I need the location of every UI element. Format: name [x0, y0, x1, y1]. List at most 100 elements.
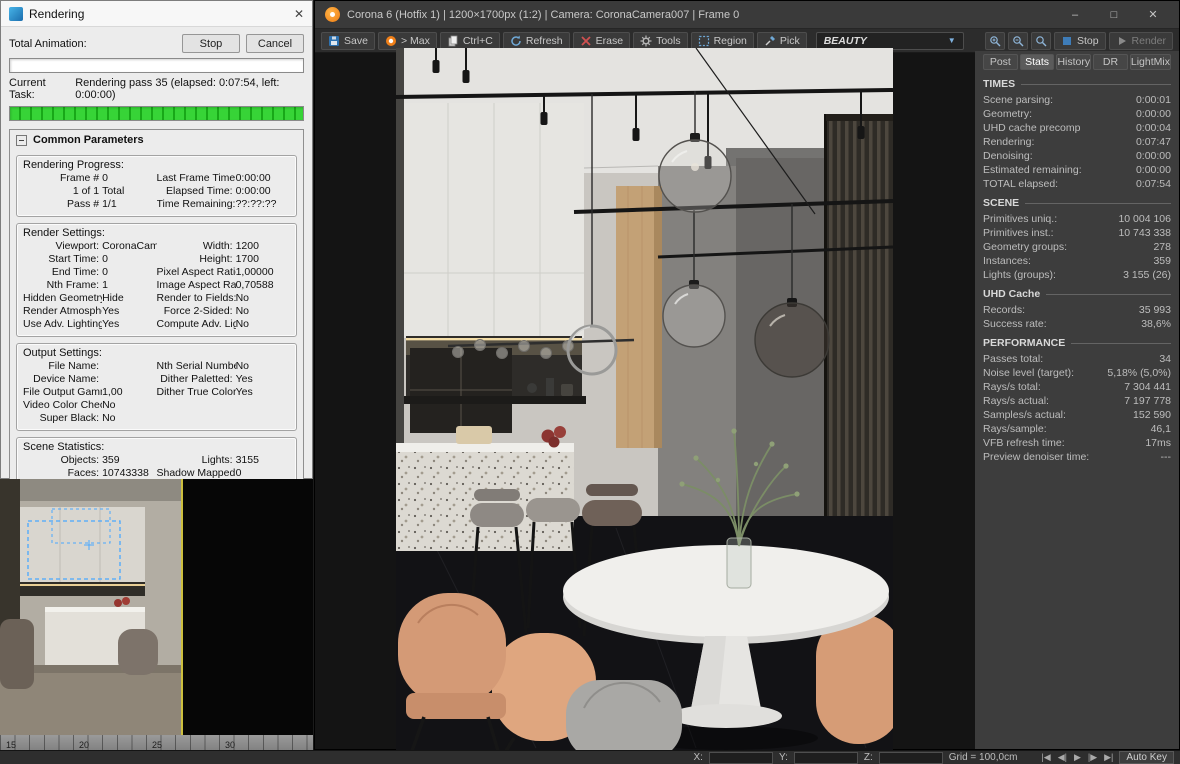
param-value: 0:00:00: [235, 185, 271, 197]
param-row: Lights: 3155: [157, 454, 291, 467]
desktop: Rendering ✕ Total Animation: Stop Cancel…: [0, 0, 1180, 764]
param-row: Time Remaining: ??:??:??: [157, 198, 291, 211]
param-value: No: [102, 412, 116, 424]
stat-value: 7 304 441: [1124, 381, 1171, 393]
stat-row: Passes total: 34: [983, 352, 1171, 366]
param-value: 1,00: [102, 386, 123, 398]
vfb-render-button[interactable]: Render: [1108, 31, 1173, 50]
stat-label: Denoising:: [983, 150, 1033, 162]
tab-stats[interactable]: Stats: [1019, 54, 1055, 70]
param-label: Pass #: [66, 198, 100, 210]
dialog-body: Total Animation: Stop Cancel Current Tas…: [1, 27, 312, 506]
erase-button[interactable]: Erase: [572, 31, 631, 50]
stat-label: Rays/s actual:: [983, 395, 1049, 407]
stat-label: Primitives uniq.:: [983, 213, 1058, 225]
vfb-stop-button[interactable]: Stop: [1053, 31, 1106, 50]
x-label: X:: [693, 752, 703, 763]
stat-value: 10 743 338: [1118, 227, 1171, 239]
send-to-max-button[interactable]: > Max: [377, 31, 437, 50]
minimize-button[interactable]: –: [1059, 9, 1091, 21]
param-value: 0:00:00: [235, 172, 271, 184]
timeline-ruler[interactable]: 15 20 25 30: [0, 735, 313, 750]
current-task-progressbar: [9, 106, 304, 121]
region-icon: [698, 35, 709, 46]
timeline-tick-label: 15: [6, 740, 17, 750]
stat-label: Geometry groups:: [983, 241, 1068, 253]
viewport-preview[interactable]: [0, 479, 313, 735]
stat-row: Rays/sample: 46,1: [983, 422, 1171, 436]
param-label: Lights:: [201, 454, 233, 466]
stop-button[interactable]: Stop: [182, 34, 240, 53]
dialog-titlebar[interactable]: Rendering ✕: [1, 1, 312, 27]
param-value: 359: [102, 454, 120, 466]
param-value: No: [235, 292, 250, 304]
zoom-fit-button[interactable]: [1030, 31, 1051, 50]
auto-key-button[interactable]: Auto Key: [1119, 751, 1174, 764]
tools-button[interactable]: Tools: [633, 31, 688, 50]
channel-select[interactable]: BEAUTY ▼: [815, 31, 964, 50]
pick-button[interactable]: Pick: [756, 31, 807, 50]
playback-button[interactable]: ◀|: [1058, 752, 1067, 763]
param-value: Yes: [235, 386, 253, 398]
cancel-button[interactable]: Cancel: [246, 34, 304, 53]
output-settings-group: Output Settings: File Name: Device Name:: [16, 343, 297, 431]
rendering-progress-group: Rendering Progress: Frame # 0 1 of 1 Tot…: [16, 155, 297, 217]
copy-label: Ctrl+C: [462, 34, 493, 47]
vfb-window-title: Corona 6 (Hotfix 1) | 1200×1700px (1:2) …: [347, 8, 740, 21]
stat-value: 0:00:00: [1135, 108, 1171, 120]
playback-button[interactable]: ▶: [1074, 752, 1081, 763]
tab-lightmix[interactable]: LightMix: [1129, 54, 1171, 70]
param-label: Elapsed Time:: [166, 185, 233, 197]
collapse-icon: [16, 134, 27, 146]
stat-value: 46,1: [1150, 423, 1171, 435]
param-row: Super Black: No: [23, 412, 157, 425]
corona-vfb-window: Corona 6 (Hotfix 1) | 1200×1700px (1:2) …: [314, 0, 1180, 751]
stat-value: 152 590: [1133, 409, 1171, 421]
stat-value: 278: [1153, 241, 1171, 253]
param-row: Nth Serial Numbering: No: [157, 360, 291, 373]
copy-icon: [448, 35, 458, 46]
param-label: Last Frame Time:: [156, 172, 236, 184]
stat-label: Records:: [983, 304, 1026, 316]
stat-value: 0:00:04: [1135, 122, 1171, 134]
group-title: Rendering Progress:: [23, 159, 124, 171]
region-button[interactable]: Region: [690, 31, 754, 50]
tab-dr[interactable]: DR: [1093, 54, 1128, 70]
stat-label: Lights (groups):: [983, 269, 1056, 281]
stat-row: Lights (groups): 3 155 (26): [983, 268, 1171, 282]
x-coordinate-field[interactable]: [708, 751, 773, 764]
zoom-in-button[interactable]: [984, 31, 1005, 50]
stat-label: VFB refresh time:: [983, 437, 1065, 449]
y-coordinate-field[interactable]: [793, 751, 858, 764]
tab-post[interactable]: Post: [983, 54, 1018, 70]
param-label: Compute Adv. Lighting:: [156, 318, 236, 330]
stat-value: 0:07:47: [1135, 136, 1171, 148]
refresh-button[interactable]: Refresh: [502, 31, 570, 50]
close-button[interactable]: ✕: [1137, 8, 1169, 21]
vfb-titlebar[interactable]: Corona 6 (Hotfix 1) | 1200×1700px (1:2) …: [315, 1, 1179, 29]
stat-label: Rays/s total:: [983, 381, 1041, 393]
playback-button[interactable]: |◀: [1041, 752, 1050, 763]
stop-label: Stop: [1076, 34, 1099, 47]
playback-button[interactable]: |▶: [1088, 752, 1097, 763]
save-button[interactable]: Save: [321, 31, 375, 50]
param-value: 1: [102, 279, 108, 291]
param-label: Objects:: [60, 454, 100, 466]
param-row: Start Time: 0: [23, 253, 157, 266]
copy-button[interactable]: Ctrl+C: [439, 31, 500, 50]
common-parameters-header[interactable]: Common Parameters: [16, 132, 297, 149]
close-icon[interactable]: ✕: [294, 7, 304, 21]
param-row: Viewport: CoronaCamera007: [23, 240, 157, 253]
param-value: [102, 360, 156, 373]
param-row: Force 2-Sided: No: [157, 305, 291, 318]
param-label: Nth Frame:: [46, 279, 100, 291]
maximize-button[interactable]: □: [1098, 9, 1130, 21]
param-row: Hidden Geometry: Hide: [23, 292, 157, 305]
playback-button[interactable]: ▶|: [1104, 752, 1113, 763]
viewport-thumbnail: [0, 479, 181, 735]
z-coordinate-field[interactable]: [878, 751, 943, 764]
zoom-out-icon: [1013, 35, 1024, 46]
tab-history[interactable]: History: [1056, 54, 1092, 70]
timeline-tick-label: 30: [225, 740, 236, 750]
zoom-out-button[interactable]: [1007, 31, 1028, 50]
